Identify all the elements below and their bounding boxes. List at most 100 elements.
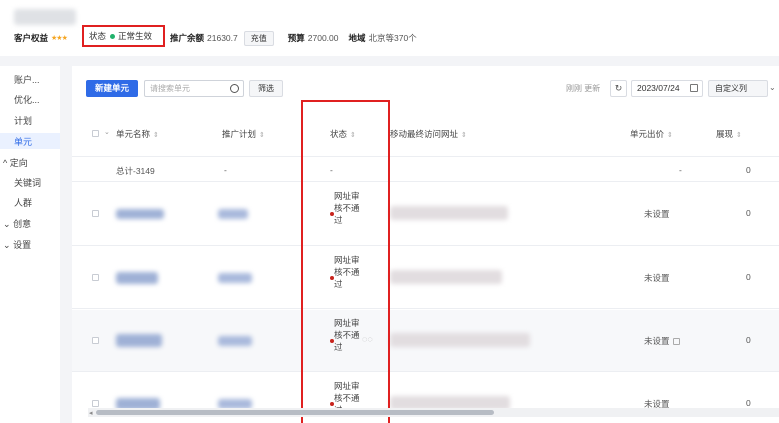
sort-icon[interactable]: ⇕ <box>153 132 159 139</box>
account-metrics: 推广余额 21630.7 充值 预算 2700.00 地域 北京等370个 <box>170 30 417 46</box>
sidebar-group-targeting-label: 定向 <box>9 158 28 168</box>
status-action-icon[interactable]: ◌◌ <box>362 334 373 344</box>
total-impressions: 0 <box>746 165 751 175</box>
region-value: 北京等370个 <box>368 33 417 43</box>
plan-name-blurred[interactable] <box>218 336 252 346</box>
date-value: 2023/07/24 <box>637 83 680 93</box>
table-header: ⌄ 单元名称 ⇕ 推广计划 ⇕ 状态 ⇕ 移动最终访问网址 ⇕ 单元出价 ⇕ 展现 ⇕ <box>72 111 779 157</box>
unit-name-blurred[interactable] <box>116 334 162 347</box>
row-impressions: 0 <box>746 272 751 282</box>
sidebar-item-unit[interactable]: 单元 <box>14 135 32 148</box>
sidebar-item-keywords[interactable]: 关键词 <box>14 176 41 189</box>
edit-icon[interactable] <box>672 338 680 345</box>
chevron-down-icon[interactable]: ⌄ <box>104 128 110 136</box>
spend-label: 推广余额 <box>170 33 205 43</box>
row-checkbox[interactable] <box>92 337 99 344</box>
column-unit-bid-label: 单元出价 <box>630 129 665 139</box>
table-row[interactable]: 网址审核不通过 未设置 0 <box>72 247 779 309</box>
url-blurred <box>390 333 530 347</box>
column-impressions[interactable]: 展现 ⇕ <box>716 128 742 140</box>
chevron-up-icon: ^ <box>3 158 8 168</box>
url-blurred <box>390 270 502 284</box>
account-status: 状态 正常生效 <box>82 25 165 47</box>
sort-icon[interactable]: ⇕ <box>350 132 356 139</box>
total-status: - <box>330 165 333 175</box>
custom-columns-button[interactable]: 自定义列 <box>708 80 768 97</box>
column-status[interactable]: 状态 ⇕ <box>330 128 356 140</box>
row-status: 网址审核不通过 <box>334 191 360 225</box>
budget-value: 2700.00 <box>307 33 339 43</box>
unit-name-blurred[interactable] <box>116 272 158 284</box>
scrollbar-thumb[interactable] <box>96 410 494 415</box>
filter-button[interactable]: 筛选 <box>249 80 283 97</box>
column-unit-bid[interactable]: 单元出价 ⇕ <box>630 128 673 140</box>
search-icon[interactable] <box>230 84 239 93</box>
table-total-row: 总计-3149 - - - 0 <box>72 158 779 182</box>
calendar-icon <box>690 84 698 92</box>
status-label: 状态 <box>89 31 107 41</box>
sidebar-item-account[interactable]: 账户... <box>14 73 40 86</box>
account-header: 客户权益 ★★★ 状态 正常生效 推广余额 21630.7 充值 预算 2700… <box>0 0 779 56</box>
budget-label: 预算 <box>287 33 305 43</box>
date-picker[interactable]: 2023/07/24 <box>631 80 703 97</box>
plan-name-blurred[interactable] <box>218 209 248 219</box>
row-status: 网址审核不通过 <box>334 318 360 352</box>
table-row[interactable]: 网址审核不通过 ◌◌ 未设置 0 <box>72 310 779 372</box>
row-checkbox[interactable] <box>92 210 99 217</box>
sort-icon[interactable]: ⇕ <box>259 132 265 139</box>
row-impressions: 0 <box>746 208 751 218</box>
sidebar: 账户... 优化... 计划 单元 ^ 定向 关键词 人群 ⌄ 创意 ⌄ 设置 <box>0 66 60 423</box>
status-value: 正常生效 <box>118 31 153 41</box>
select-all-checkbox[interactable] <box>92 130 99 137</box>
horizontal-scrollbar[interactable]: ◂ <box>88 408 779 417</box>
column-plan-label: 推广计划 <box>222 129 257 139</box>
sidebar-item-audience[interactable]: 人群 <box>14 196 32 209</box>
plan-name-blurred[interactable] <box>218 273 252 283</box>
total-unit-name: 总计-3149 <box>116 166 155 176</box>
row-impressions: 0 <box>746 398 751 408</box>
url-blurred <box>390 206 508 220</box>
new-unit-button[interactable]: 新建单元 <box>86 80 138 97</box>
unit-search-input[interactable]: 请搜索单元 <box>144 80 244 97</box>
sidebar-item-optimize[interactable]: 优化... <box>14 93 40 106</box>
account-label: 客户权益 <box>14 33 49 43</box>
sidebar-group-targeting[interactable]: ^ 定向 <box>3 156 28 169</box>
column-plan[interactable]: 推广计划 ⇕ <box>222 128 265 140</box>
row-bid[interactable]: 未设置 <box>644 208 670 220</box>
row-impressions: 0 <box>746 335 751 345</box>
sort-icon[interactable]: ⇕ <box>461 132 467 139</box>
unit-list-panel: 新建单元 请搜索单元 筛选 刚刚 更新 ↻ 2023/07/24 自定义列 ⌄ … <box>72 66 779 423</box>
row-bid[interactable]: 未设置 <box>644 335 680 347</box>
total-plan: - <box>224 165 227 175</box>
column-unit-name[interactable]: 单元名称 ⇕ <box>116 128 159 140</box>
row-bid[interactable]: 未设置 <box>644 272 670 284</box>
chevron-down-icon[interactable]: ⌄ <box>769 83 776 92</box>
sidebar-item-plan[interactable]: 计划 <box>14 114 32 127</box>
unit-name-blurred[interactable] <box>116 209 164 219</box>
status-dot-icon <box>110 33 116 39</box>
column-unit-name-label: 单元名称 <box>116 129 151 139</box>
column-mobile-url[interactable]: 移动最终访问网址 ⇕ <box>390 128 467 140</box>
column-status-label: 状态 <box>330 129 348 139</box>
sidebar-group-settings-label: 设置 <box>13 240 32 250</box>
account-info-row: 客户权益 ★★★ <box>14 30 68 46</box>
page: 客户权益 ★★★ 状态 正常生效 推广余额 21630.7 充值 预算 2700… <box>0 0 779 423</box>
total-bid: - <box>679 165 682 175</box>
search-placeholder: 请搜索单元 <box>150 84 190 93</box>
chevron-left-icon[interactable]: ◂ <box>89 409 93 417</box>
column-mobile-url-label: 移动最终访问网址 <box>390 129 459 139</box>
sidebar-group-settings[interactable]: ⌄ 设置 <box>3 238 31 251</box>
refresh-icon[interactable]: ↻ <box>610 80 627 97</box>
row-status: 网址审核不通过 <box>334 255 360 289</box>
region-label: 地域 <box>348 33 366 43</box>
account-name-blurred <box>14 9 76 25</box>
sort-icon[interactable]: ⇕ <box>736 132 742 139</box>
sidebar-group-creative-label: 创意 <box>13 219 32 229</box>
table-row[interactable]: 网址审核不通过 未设置 0 <box>72 183 779 246</box>
chevron-down-icon: ⌄ <box>3 219 11 229</box>
row-checkbox[interactable] <box>92 274 99 281</box>
sidebar-group-creative[interactable]: ⌄ 创意 <box>3 217 31 230</box>
sort-icon[interactable]: ⇕ <box>667 132 673 139</box>
row-checkbox[interactable] <box>92 400 99 407</box>
recharge-button[interactable]: 充值 <box>243 30 274 46</box>
